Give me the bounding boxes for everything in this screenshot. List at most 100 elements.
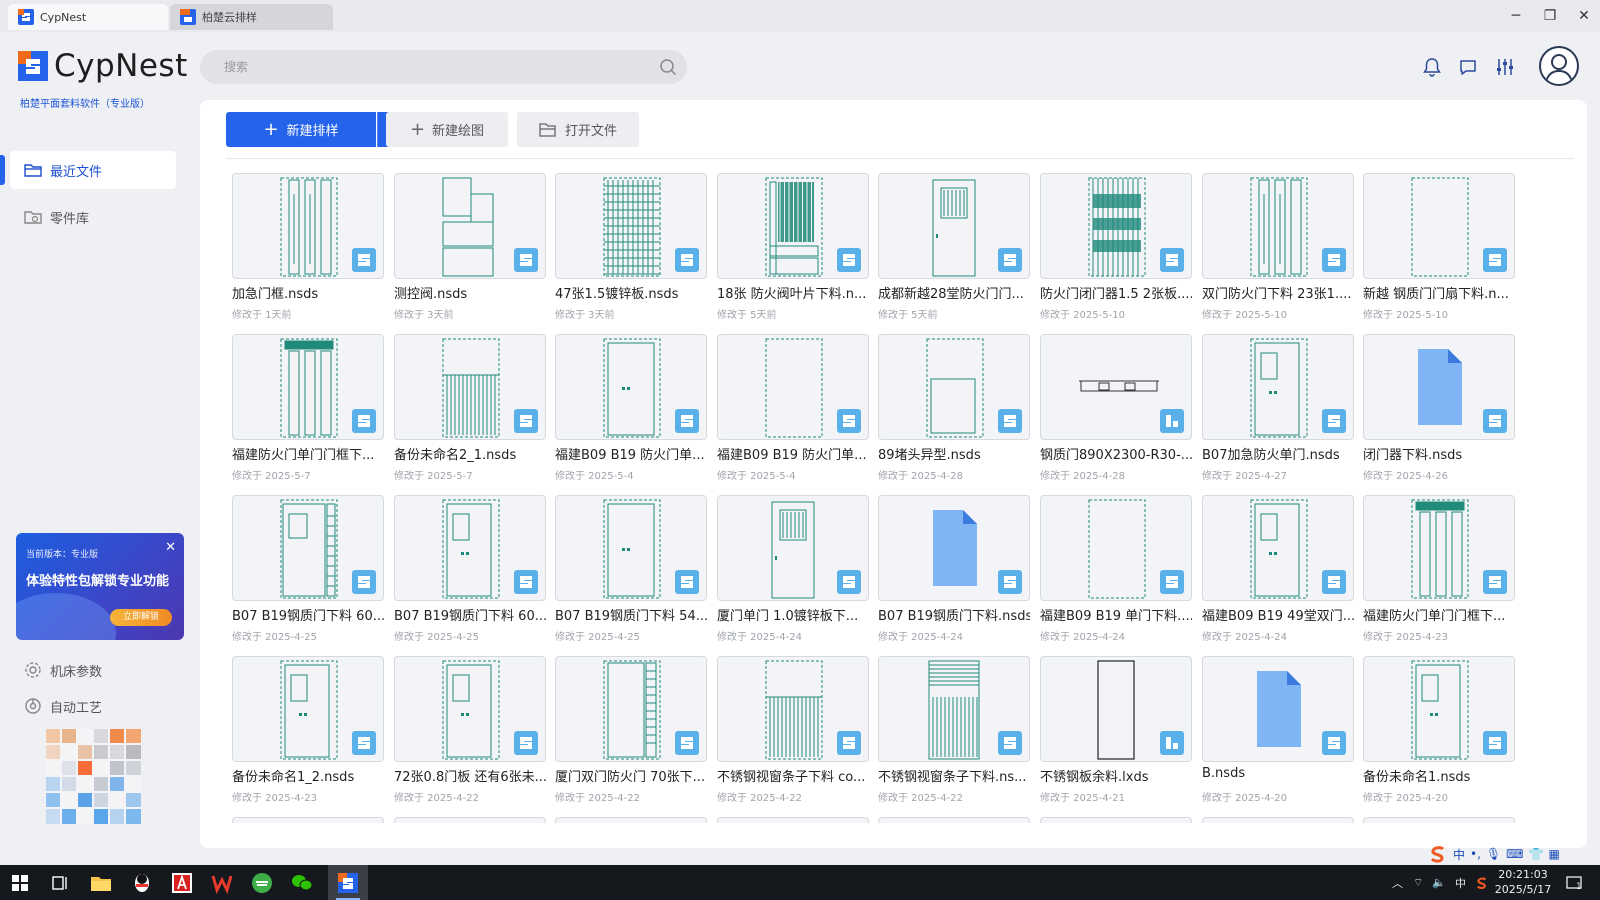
file-thumbnail[interactable]	[555, 334, 707, 440]
file-name[interactable]: 双门防火门下料 23张1....	[1202, 283, 1354, 302]
file-explorer-icon[interactable]	[89, 871, 113, 895]
file-card[interactable]: 不锈钢视窗条子下料 co... 修改于 2025-4-22	[717, 656, 869, 804]
volume-icon[interactable]: 🔈	[1432, 876, 1446, 889]
file-name[interactable]: 福建防火门单门门框下...	[1363, 605, 1515, 624]
ime-language[interactable]: 中	[1453, 846, 1465, 863]
file-name[interactable]: 不锈钢视窗条子下料 co...	[717, 766, 869, 785]
file-card-partial[interactable]	[1363, 817, 1515, 823]
file-name[interactable]: 备份未命名2_1.nsds	[394, 444, 546, 463]
file-card[interactable]: 福建防火门单门门框下... 修改于 2025-5-7	[232, 334, 384, 482]
restore-button[interactable]: ❐	[1537, 6, 1563, 26]
new-nest-button[interactable]: + 新建排样	[226, 112, 376, 147]
close-window-button[interactable]: ✕	[1571, 6, 1597, 26]
file-name[interactable]: 厦门双门防火门 70张下...	[555, 766, 707, 785]
file-name[interactable]: 47张1.5镀锌板.nsds	[555, 283, 707, 302]
file-card[interactable]: 测控阀.nsds 修改于 3天前	[394, 173, 546, 321]
file-card-partial[interactable]	[1202, 817, 1354, 823]
file-card[interactable]: 72张0.8门板 还有6张未... 修改于 2025-4-22	[394, 656, 546, 804]
file-name[interactable]: 备份未命名1_2.nsds	[232, 766, 384, 785]
sogou-tray-icon[interactable]	[1475, 876, 1489, 890]
taskbar-active-app[interactable]	[328, 865, 368, 900]
file-name[interactable]: B07 B19钢质门下料 54...	[555, 605, 707, 624]
file-name[interactable]: 72张0.8门板 还有6张未...	[394, 766, 546, 785]
microphone-icon[interactable]: 🎙	[1486, 847, 1501, 861]
file-name[interactable]: 钢质门890X2300-R30-...	[1040, 444, 1192, 463]
file-card[interactable]: 不锈钢板余料.lxds 修改于 2025-4-21	[1040, 656, 1192, 804]
file-card-partial[interactable]	[232, 817, 384, 823]
file-name[interactable]: 加急门框.nsds	[232, 283, 384, 302]
file-thumbnail[interactable]	[1040, 495, 1192, 601]
file-card[interactable]: B07加急防火单门.nsds 修改于 2025-4-27	[1202, 334, 1354, 482]
file-card-partial[interactable]	[878, 817, 1030, 823]
file-name[interactable]: 不锈钢视窗条子下料.ns...	[878, 766, 1030, 785]
notification-center[interactable]: 1	[1566, 865, 1582, 900]
file-card[interactable]: 福建B09 B19 49堂双门... 修改于 2025-4-24	[1202, 495, 1354, 643]
file-card[interactable]: 福建B09 B19 防火门单... 修改于 2025-5-4	[555, 334, 707, 482]
file-name[interactable]: 18张 防火阀叶片下料.n...	[717, 283, 869, 302]
file-name[interactable]: 福建B09 B19 49堂双门...	[1202, 605, 1354, 624]
file-thumbnail[interactable]	[878, 495, 1030, 601]
file-card[interactable]: 福建B09 B19 防火门单... 修改于 2025-5-4	[717, 334, 869, 482]
keyboard-icon[interactable]: ⌨	[1506, 847, 1523, 861]
file-thumbnail[interactable]	[717, 173, 869, 279]
file-card-partial[interactable]	[394, 817, 546, 823]
windows-start-icon[interactable]	[8, 871, 32, 895]
file-card[interactable]: 双门防火门下料 23张1.... 修改于 2025-5-10	[1202, 173, 1354, 321]
file-name[interactable]: 89堵头异型.nsds	[878, 444, 1030, 463]
search-icon[interactable]	[659, 58, 677, 76]
wechat-icon[interactable]	[290, 871, 314, 895]
file-card[interactable]: 备份未命名2_1.nsds 修改于 2025-5-7	[394, 334, 546, 482]
file-thumbnail[interactable]	[232, 173, 384, 279]
wps-icon[interactable]	[210, 871, 234, 895]
file-name[interactable]: 备份未命名1.nsds	[1363, 766, 1515, 785]
file-name[interactable]: 福建防火门单门门框下...	[232, 444, 384, 463]
sogou-ime-icon[interactable]	[1428, 844, 1448, 864]
file-card[interactable]: 福建B09 B19 单门下料.... 修改于 2025-4-24	[1040, 495, 1192, 643]
file-card-partial[interactable]	[555, 817, 707, 823]
browser-icon[interactable]	[250, 871, 274, 895]
file-name[interactable]: B07 B19钢质门下料 60...	[394, 605, 546, 624]
chevron-up-icon[interactable]: ︿	[1392, 875, 1403, 891]
file-thumbnail[interactable]	[878, 173, 1030, 279]
file-name[interactable]: B07 B19钢质门下料 60...	[232, 605, 384, 624]
file-card[interactable]: 89堵头异型.nsds 修改于 2025-4-28	[878, 334, 1030, 482]
file-card[interactable]: 18张 防火阀叶片下料.n... 修改于 5天前	[717, 173, 869, 321]
file-name[interactable]: 福建B09 B19 单门下料....	[1040, 605, 1192, 624]
file-name[interactable]: 福建B09 B19 防火门单...	[717, 444, 869, 463]
skin-icon[interactable]: 👕	[1528, 847, 1543, 861]
grid-menu-icon[interactable]: ▦	[1548, 847, 1559, 861]
file-name[interactable]: 福建B09 B19 防火门单...	[555, 444, 707, 463]
file-name[interactable]: 测控阀.nsds	[394, 283, 546, 302]
file-card[interactable]: B07 B19钢质门下料.nsds 修改于 2025-4-24	[878, 495, 1030, 643]
file-card[interactable]: 成都新越28堂防火门门... 修改于 5天前	[878, 173, 1030, 321]
file-thumbnail[interactable]	[1202, 495, 1354, 601]
file-card[interactable]: 新越 钢质门门扇下料.n... 修改于 2025-5-10	[1363, 173, 1515, 321]
file-thumbnail[interactable]	[717, 334, 869, 440]
upgrade-promo-banner[interactable]: 当前版本：专业版 ✕ 体验特性包解锁专业功能 立即解锁	[16, 533, 184, 640]
tray-language[interactable]: 中	[1455, 875, 1466, 891]
search-input[interactable]	[224, 50, 644, 84]
file-card[interactable]: 加急门框.nsds 修改于 1天前	[232, 173, 384, 321]
file-thumbnail[interactable]	[394, 334, 546, 440]
file-thumbnail[interactable]	[555, 173, 707, 279]
tab-cloud-nest[interactable]: 柏楚云排样	[170, 4, 333, 30]
qq-icon[interactable]	[130, 871, 154, 895]
sidebar-item-auto-process[interactable]: 自动工艺	[10, 687, 176, 725]
close-icon[interactable]: ✕	[165, 541, 176, 554]
file-thumbnail[interactable]	[232, 334, 384, 440]
ime-punct-icon[interactable]: •,	[1470, 847, 1481, 861]
file-thumbnail[interactable]	[717, 495, 869, 601]
file-thumbnail[interactable]	[878, 334, 1030, 440]
task-view-icon[interactable]	[48, 871, 72, 895]
file-name[interactable]: 新越 钢质门门扇下料.n...	[1363, 283, 1515, 302]
message-icon[interactable]	[1457, 56, 1479, 78]
file-name[interactable]: 不锈钢板余料.lxds	[1040, 766, 1192, 785]
network-icon[interactable]: ⌔	[1413, 876, 1423, 890]
tab-cypnest[interactable]: CypNest	[8, 4, 168, 30]
file-card[interactable]: 闭门器下料.nsds 修改于 2025-4-26	[1363, 334, 1515, 482]
file-card[interactable]: 备份未命名1.nsds 修改于 2025-4-20	[1363, 656, 1515, 804]
file-card[interactable]: B07 B19钢质门下料 60... 修改于 2025-4-25	[394, 495, 546, 643]
file-name[interactable]: 成都新越28堂防火门门...	[878, 283, 1030, 302]
file-thumbnail[interactable]	[1363, 495, 1515, 601]
file-thumbnail[interactable]	[1363, 656, 1515, 762]
